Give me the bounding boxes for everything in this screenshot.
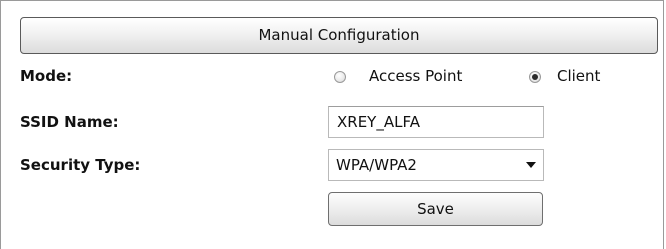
client-radio-label[interactable]: Client <box>557 67 600 85</box>
access-point-radio[interactable] <box>334 71 346 83</box>
security-type-value: WPA/WPA2 <box>336 156 417 174</box>
ssid-name-input[interactable] <box>328 106 544 138</box>
ssid-name-label: SSID Name: <box>20 113 119 131</box>
configuration-panel: Manual Configuration Mode: Access Point … <box>0 0 664 249</box>
save-button[interactable]: Save <box>328 192 543 226</box>
access-point-radio-label[interactable]: Access Point <box>369 67 462 85</box>
mode-label: Mode: <box>20 67 73 85</box>
security-type-label: Security Type: <box>20 156 141 174</box>
manual-configuration-button[interactable]: Manual Configuration <box>20 17 658 54</box>
security-type-select[interactable]: WPA/WPA2 <box>328 149 544 181</box>
client-radio[interactable] <box>529 71 541 83</box>
dropdown-arrow-icon <box>526 162 536 168</box>
